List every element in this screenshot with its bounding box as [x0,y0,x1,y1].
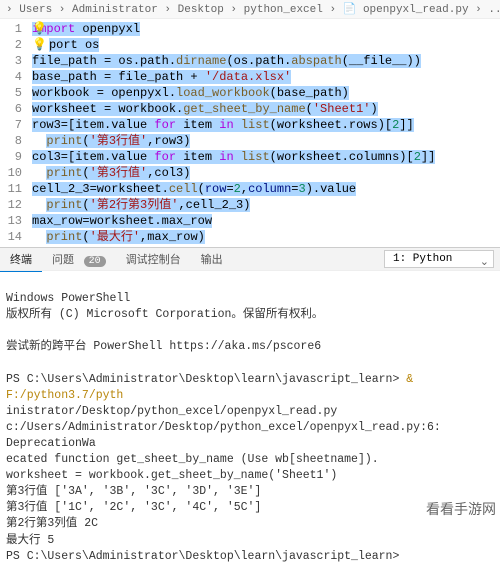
terminal-line: inistrator/Desktop/python_excel/openpyxl… [6,404,494,420]
line-number: 6 [0,101,22,117]
terminal-line: ecated function get_sheet_by_name (Use w… [6,452,494,468]
code-line[interactable]: 💡port os [28,37,500,53]
line-number: 11 [0,181,22,197]
line-number: 10 [0,165,22,181]
code-line[interactable]: max_row=worksheet.max_row [28,213,500,229]
line-number: 12 [0,197,22,213]
terminal-line: 尝试新的跨平台 PowerShell https://aka.ms/pscore… [6,339,494,355]
problems-count-badge: 20 [84,256,106,267]
line-number-gutter: 1234567891011121314 [0,19,28,247]
dropdown-selected: 1: Python [393,253,452,265]
line-number: 2 [0,37,22,53]
terminal-line: 版权所有 (C) Microsoft Corporation。保留所有权利。 [6,307,494,323]
terminal-line: c:/Users/Administrator/Desktop/python_ex… [6,420,494,452]
terminal-line [6,275,494,291]
tab-problems-label: 问题 [52,255,74,267]
terminal-selector-dropdown[interactable]: 1: Python ⌄ [384,250,494,268]
line-number: 5 [0,85,22,101]
watermark-text: 看看手游网 [426,499,496,519]
tab-debug-console[interactable]: 调试控制台 [116,247,191,271]
tab-terminal[interactable]: 终端 [0,247,42,272]
chevron-down-icon: ⌄ [480,255,489,269]
code-line[interactable]: cell_2_3=worksheet.cell(row=2,column=3).… [28,181,500,197]
code-line[interactable]: print('第3行值',col3) [28,165,500,181]
line-number: 1 [0,21,22,37]
code-line[interactable]: workbook = openpyxl.load_workbook(base_p… [28,85,500,101]
code-area[interactable]: 💡import openpyxl💡port osfile_path = os.p… [28,19,500,247]
terminal-line: PS C:\Users\Administrator\Desktop\learn\… [6,372,494,404]
terminal-line [6,323,494,339]
code-line[interactable]: col3=[item.value for item in list(worksh… [28,149,500,165]
terminal-line [6,355,494,371]
terminal-line: worksheet = workbook.get_sheet_by_name('… [6,468,494,484]
panel-tabs: 终端 问题 20 调试控制台 输出 1: Python ⌄ [0,247,500,271]
tab-output[interactable]: 输出 [191,247,233,271]
line-number: 3 [0,53,22,69]
terminal-output[interactable]: Windows PowerShell版权所有 (C) Microsoft Cor… [0,271,500,569]
code-line[interactable]: print('最大行',max_row) [28,229,500,245]
line-number: 7 [0,117,22,133]
code-line[interactable]: row3=[item.value for item in list(worksh… [28,117,500,133]
terminal-line: 第3行值 ['1C', '2C', '3C', '4C', '5C'] [6,500,494,516]
terminal-line: 第2行第3列值 2C [6,516,494,532]
code-line[interactable]: file_path = os.path.dirname(os.path.absp… [28,53,500,69]
code-editor[interactable]: 1234567891011121314 💡import openpyxl💡por… [0,19,500,247]
terminal-line: 第3行值 ['3A', '3B', '3C', '3D', '3E'] [6,484,494,500]
code-line[interactable]: worksheet = workbook.get_sheet_by_name('… [28,101,500,117]
line-number: 8 [0,133,22,149]
line-number: 9 [0,149,22,165]
terminal-line: Windows PowerShell [6,291,494,307]
tab-problems[interactable]: 问题 20 [42,247,116,271]
line-number: 4 [0,69,22,85]
breadcrumb[interactable]: › Users › Administrator › Desktop › pyth… [0,0,500,19]
code-line[interactable]: print('第2行第3列值',cell_2_3) [28,197,500,213]
line-number: 13 [0,213,22,229]
code-line[interactable]: print('第3行值',row3) [28,133,500,149]
terminal-line: 最大行 5 [6,533,494,549]
code-line[interactable]: 💡import openpyxl [28,21,500,37]
terminal-line: PS C:\Users\Administrator\Desktop\learn\… [6,549,494,565]
code-line[interactable]: base_path = file_path + '/data.xlsx' [28,69,500,85]
line-number: 14 [0,229,22,245]
